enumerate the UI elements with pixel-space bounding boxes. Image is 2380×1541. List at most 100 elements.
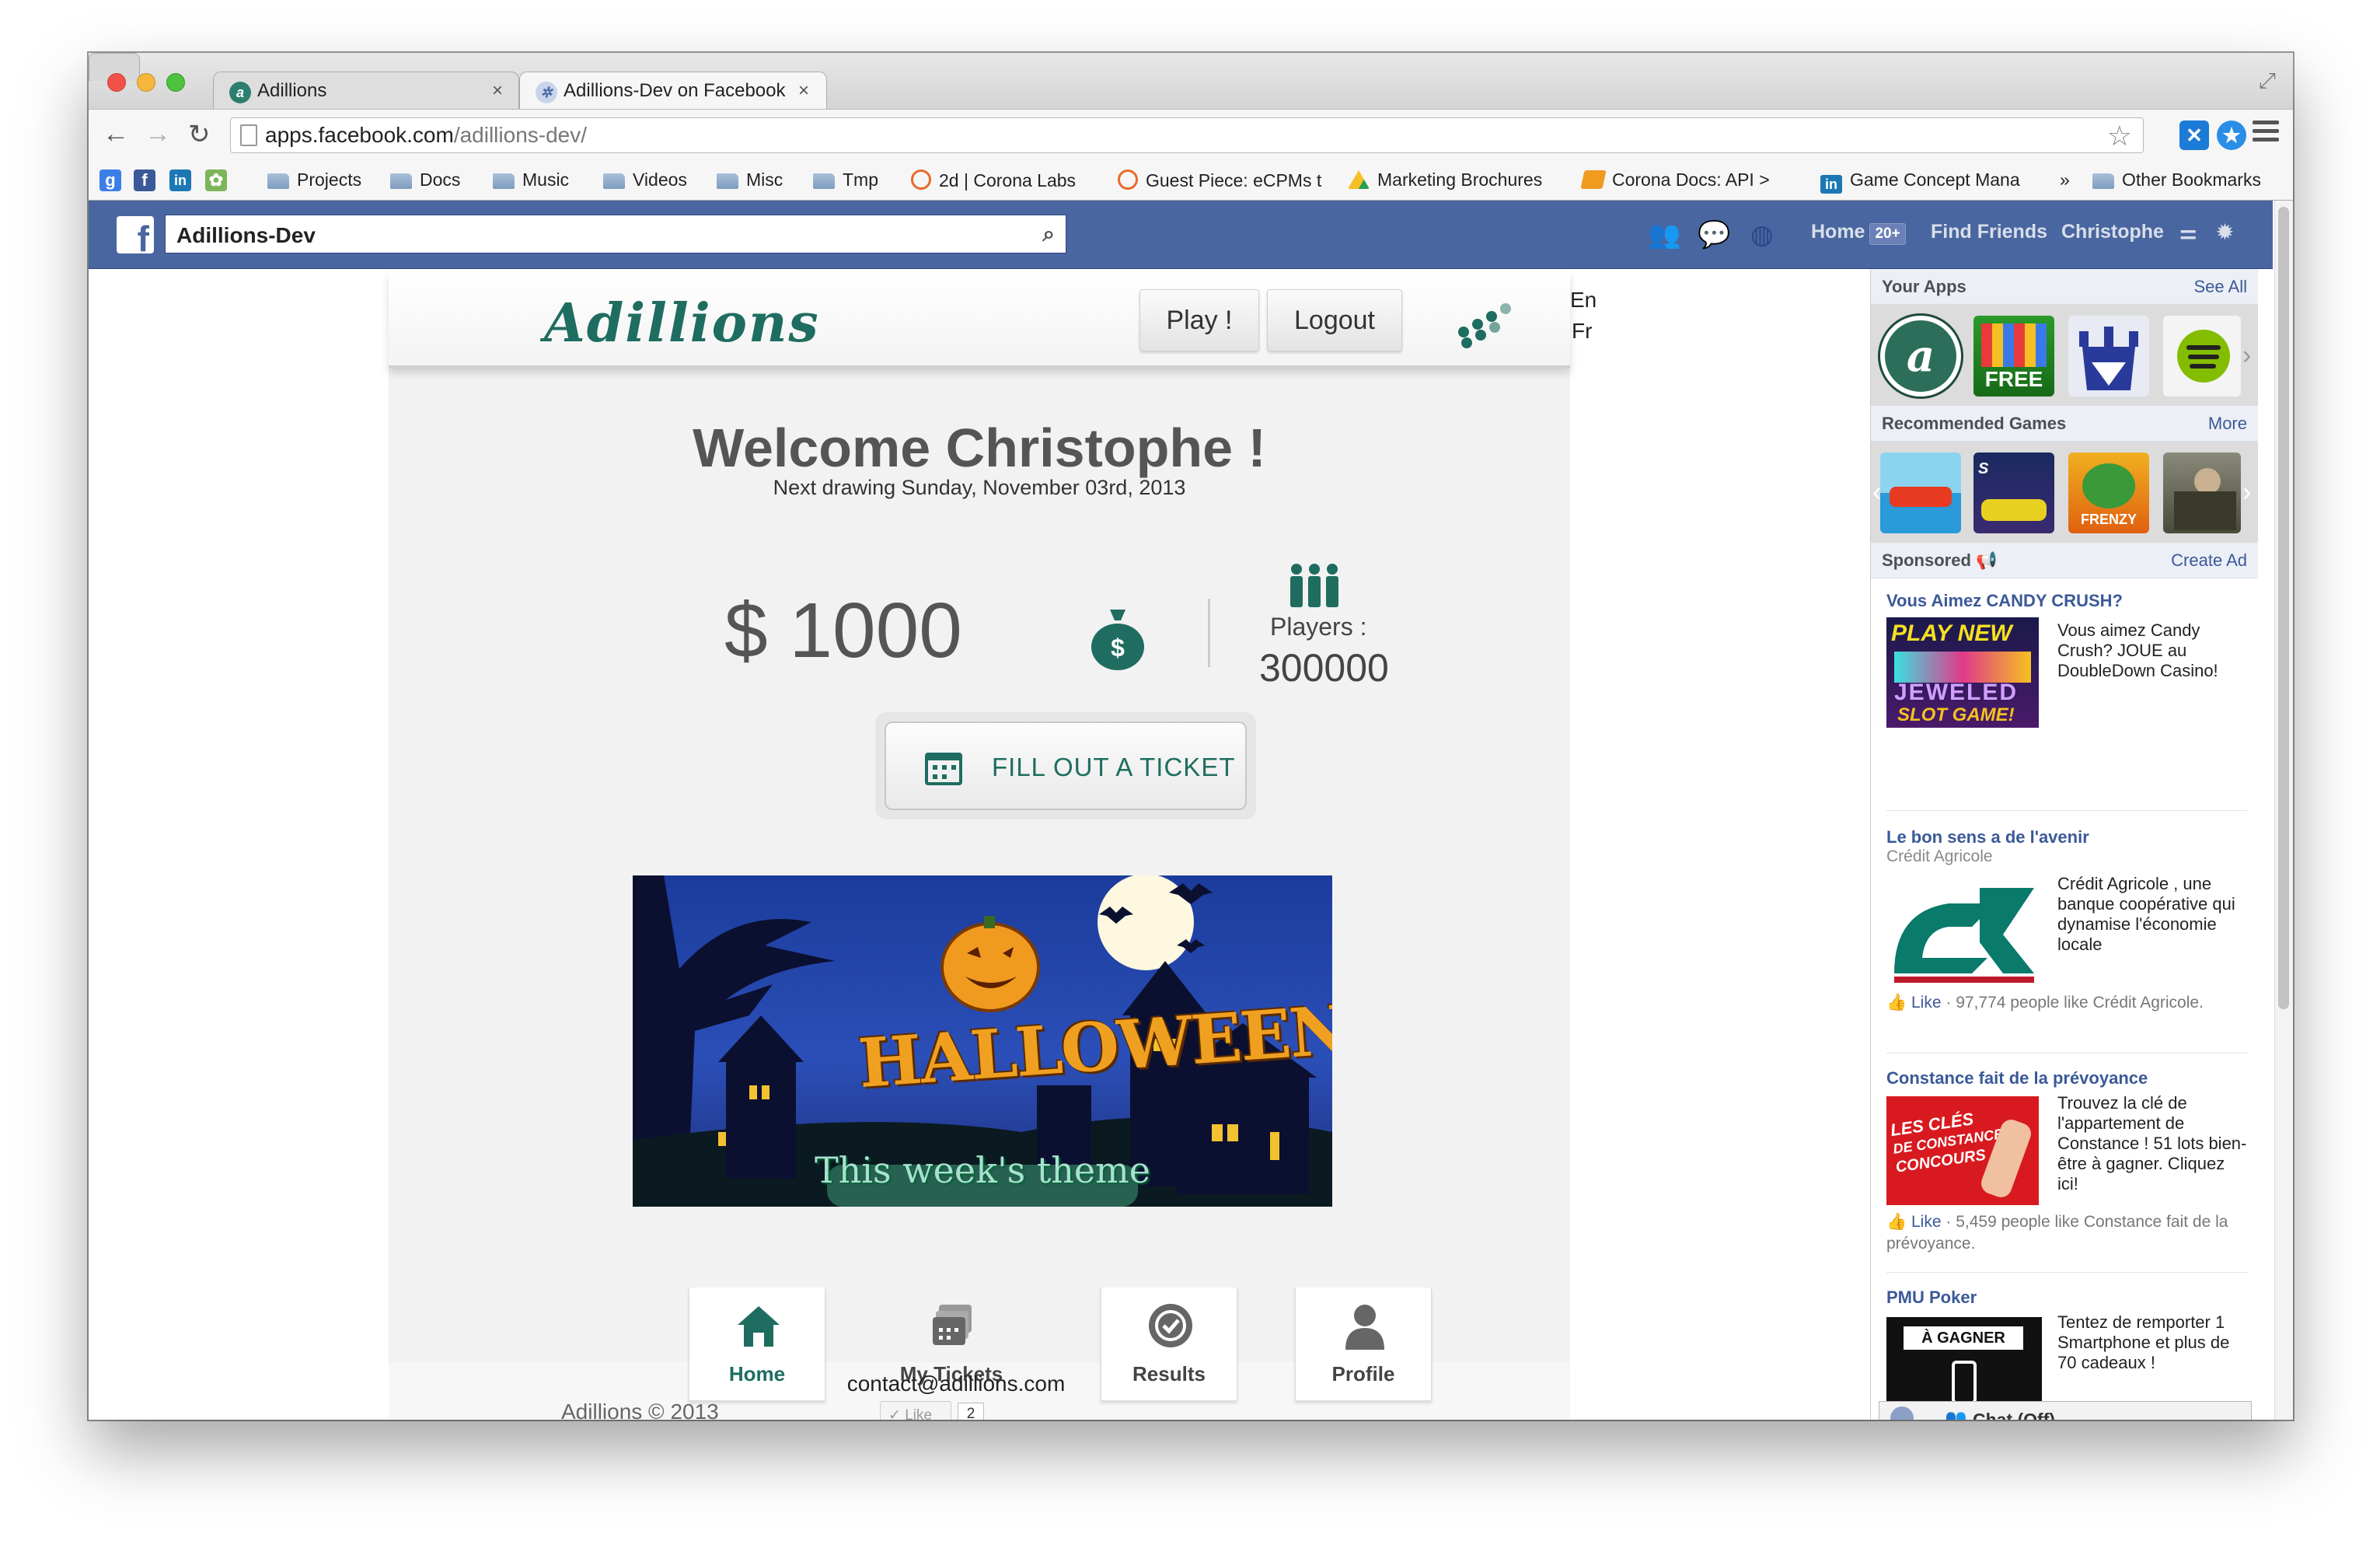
bookmark-label: Marketing Brochures xyxy=(1377,169,1543,190)
menu-icon[interactable] xyxy=(2253,121,2279,146)
settings-gear-icon[interactable]: ✹ xyxy=(2217,221,2233,244)
ad-like-link[interactable]: Like xyxy=(1911,1213,1942,1231)
weekly-theme-banner[interactable]: HALLOWEEN This week's theme xyxy=(633,875,1332,1207)
url-path: /adillions-dev/ xyxy=(453,123,588,147)
lang-en-link[interactable]: En xyxy=(1570,288,1597,313)
back-arrow-icon[interactable]: ← xyxy=(103,119,129,149)
see-all-link[interactable]: See All xyxy=(2194,277,2248,297)
banner-caption: This week's theme xyxy=(815,1149,1150,1191)
bookmark-tmp[interactable]: Tmp xyxy=(813,169,878,190)
ad-image[interactable]: PLAY NEW JEWELED SLOT GAME! xyxy=(1886,617,2039,728)
privacy-shortcuts-icon[interactable]: ⚌ xyxy=(2179,221,2197,244)
bookmark-game-concept[interactable]: in Game Concept Mana xyxy=(1820,169,2020,194)
app-logo[interactable]: Adillions xyxy=(544,292,820,355)
bookmark-music[interactable]: Music xyxy=(493,169,569,190)
linkedin-icon[interactable]: in xyxy=(169,169,191,191)
create-ad-link[interactable]: Create Ad xyxy=(2171,550,2247,571)
game-tile-label: FRENZY xyxy=(2081,512,2137,527)
extension-star-icon[interactable]: ★ xyxy=(2217,121,2246,150)
castle-app-tile[interactable] xyxy=(2068,316,2149,397)
more-link[interactable]: More xyxy=(2208,414,2247,434)
spotify-app-tile[interactable] xyxy=(2163,316,2241,397)
ad-image[interactable]: LES CLÉS DE CONSTANCE CONCOURS xyxy=(1886,1096,2039,1205)
close-tab-icon[interactable]: × xyxy=(492,80,503,102)
search-icon[interactable]: ⌕ xyxy=(1042,222,1055,247)
dots-menu-icon[interactable] xyxy=(1458,299,1513,348)
recommended-games-row: S FRENZY ‹ › xyxy=(1871,442,2258,543)
play-button[interactable]: Play ! xyxy=(1139,289,1259,351)
like-button[interactable]: ✓ Like xyxy=(880,1401,951,1420)
bookmark-videos[interactable]: Videos xyxy=(603,169,687,190)
ad-title[interactable]: Constance fait de la prévoyance xyxy=(1886,1068,2148,1088)
notifications-globe-icon[interactable]: ◍ xyxy=(1750,219,1774,250)
bookmark-misc[interactable]: Misc xyxy=(717,169,783,190)
friend-requests-icon[interactable]: 👥 xyxy=(1648,219,1680,250)
folder-icon xyxy=(390,173,412,189)
close-tab-icon[interactable]: × xyxy=(798,80,809,102)
nav-find-friends[interactable]: Find Friends xyxy=(1931,221,2047,243)
svg-text:$: $ xyxy=(1111,634,1125,662)
scrollbar-thumb[interactable] xyxy=(2278,207,2289,1009)
frenzy-game-tile[interactable]: FRENZY xyxy=(2068,453,2149,533)
bookmark-label: Projects xyxy=(297,169,362,190)
bookmarks-overflow-button[interactable]: » xyxy=(2060,169,2070,190)
linkedin-icon: in xyxy=(1820,175,1842,194)
address-bar[interactable]: apps.facebook.com/adillions-dev/ ☆ xyxy=(230,117,2144,153)
logout-button[interactable]: Logout xyxy=(1267,289,1402,351)
ad-image-text: À GAGNER xyxy=(1904,1326,2023,1350)
bookmark-corona-docs[interactable]: Corona Docs: API > xyxy=(1580,169,1770,190)
tab-adillions-dev-facebook[interactable]: ✲ Adillions-Dev on Facebook × xyxy=(519,72,827,109)
ad-subtitle: Crédit Agricole xyxy=(1886,847,1993,865)
folder-icon xyxy=(813,173,835,189)
bookmark-docs[interactable]: Docs xyxy=(390,169,460,190)
nav-home[interactable]: Home 20+ xyxy=(1811,221,1906,245)
nav-home-label: Home xyxy=(1811,221,1865,243)
tab-adillions[interactable]: a Adillions × xyxy=(213,72,519,109)
messages-icon[interactable]: 💬 xyxy=(1698,219,1730,250)
free-app-tile[interactable]: FREE xyxy=(1973,316,2054,397)
adillions-app-tile[interactable]: a xyxy=(1880,316,1961,397)
profile-icon xyxy=(1345,1305,1384,1350)
chat-bar[interactable]: 👥 Chat (Off) xyxy=(1879,1401,2252,1420)
fill-out-ticket-button[interactable]: FILL OUT A TICKET xyxy=(885,722,1247,810)
page-scrollbar[interactable] xyxy=(2274,201,2293,1420)
street-race-game-tile[interactable]: S xyxy=(1973,453,2054,533)
bookmark-guest-piece[interactable]: Guest Piece: eCPMs t xyxy=(1118,169,1321,191)
fullscreen-icon[interactable]: ⤢ xyxy=(2259,68,2276,94)
bookmark-corona-labs[interactable]: 2d | Corona Labs xyxy=(911,169,1076,191)
games-next-arrow-icon[interactable]: › xyxy=(2242,477,2251,508)
facebook-logo-icon[interactable]: f xyxy=(117,216,154,253)
race-game-tile[interactable] xyxy=(1880,453,1961,533)
ad-title[interactable]: Vous Aimez CANDY CRUSH? xyxy=(1886,591,2123,611)
extension-icon[interactable]: ✕ xyxy=(2179,121,2209,150)
facebook-favicon-icon: ✲ xyxy=(536,82,557,103)
minimize-window-button[interactable] xyxy=(137,73,155,92)
shooter-game-tile[interactable] xyxy=(2163,453,2241,533)
facebook-icon[interactable]: f xyxy=(134,169,155,191)
lang-fr-link[interactable]: Fr xyxy=(1572,319,1592,344)
facebook-search-input[interactable]: Adillions-Dev ⌕ xyxy=(165,215,1066,253)
forward-arrow-icon[interactable]: → xyxy=(145,119,171,149)
close-window-button[interactable] xyxy=(107,73,126,92)
ad-title[interactable]: PMU Poker xyxy=(1886,1288,1977,1308)
reload-icon[interactable]: ↻ xyxy=(188,119,211,150)
bookmark-star-icon[interactable]: ☆ xyxy=(2107,120,2132,152)
ad-like-link[interactable]: Like xyxy=(1911,994,1942,1012)
nav-profile[interactable]: Christophe xyxy=(2061,221,2164,243)
google-plus-icon[interactable]: g xyxy=(99,169,121,191)
section-title: Your Apps xyxy=(1882,277,1966,296)
ad-title[interactable]: Le bon sens a de l'avenir xyxy=(1886,827,2089,847)
zoom-window-button[interactable] xyxy=(166,73,185,92)
credit-agricole-logo[interactable] xyxy=(1886,880,2039,984)
ad-text: Crédit Agricole , une banque coopérative… xyxy=(2057,874,2235,954)
maps-icon[interactable]: ✿ xyxy=(205,169,227,191)
bookmark-label: Other Bookmarks xyxy=(2122,169,2261,190)
apps-next-arrow-icon[interactable]: › xyxy=(2242,341,2251,371)
contact-email[interactable]: contact@adillions.com xyxy=(389,1372,1570,1396)
tickets-icon xyxy=(933,1305,972,1345)
games-prev-arrow-icon[interactable]: ‹ xyxy=(1872,477,1881,508)
bookmark-projects[interactable]: Projects xyxy=(267,169,361,190)
bookmark-marketing-brochures[interactable]: Marketing Brochures xyxy=(1348,169,1542,190)
stat-divider xyxy=(1208,599,1210,667)
bookmark-other[interactable]: Other Bookmarks xyxy=(2092,169,2261,190)
